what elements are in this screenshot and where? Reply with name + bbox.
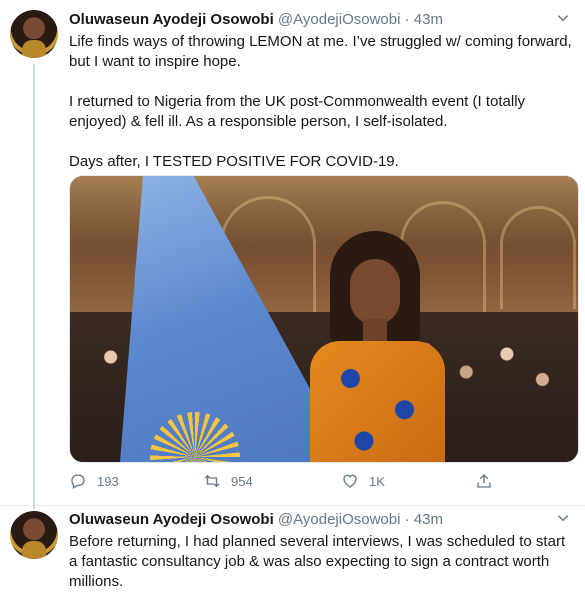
thread-connector: [33, 506, 35, 509]
separator: ·: [404, 11, 410, 28]
reply-button[interactable]: 193: [69, 470, 119, 492]
tweet-paragraph: Days after, I TESTED POSITIVE FOR COVID-…: [69, 153, 399, 170]
retweet-button[interactable]: 954: [203, 470, 253, 492]
chevron-down-icon[interactable]: [553, 10, 573, 30]
photo-person: [300, 231, 450, 462]
tweet-actions: 193 954 1K: [69, 470, 509, 492]
tweet-header: Oluwaseun Ayodeji Osowobi @AyodejiOsowob…: [69, 510, 443, 530]
retweet-icon: [204, 474, 220, 488]
tweet-photo[interactable]: [69, 175, 579, 463]
author-name[interactable]: Oluwaseun Ayodeji Osowobi: [69, 511, 274, 528]
tweet-paragraph: I returned to Nigeria from the UK post-C…: [69, 93, 526, 130]
avatar[interactable]: [10, 511, 58, 559]
share-button[interactable]: [475, 470, 493, 492]
photo-person-face: [350, 259, 400, 325]
author-name[interactable]: Oluwaseun Ayodeji Osowobi: [69, 11, 274, 28]
share-icon: [477, 474, 491, 488]
tweet-header: Oluwaseun Ayodeji Osowobi @AyodejiOsowob…: [69, 10, 443, 30]
timestamp[interactable]: 43m: [414, 511, 443, 528]
heart-icon: [343, 474, 357, 488]
author-handle[interactable]: @AyodejiOsowobi: [278, 11, 401, 28]
reply-count: 193: [97, 473, 119, 489]
tweet[interactable]: Oluwaseun Ayodeji Osowobi @AyodejiOsowob…: [0, 506, 585, 597]
like-button[interactable]: 1K: [341, 470, 385, 492]
timestamp[interactable]: 43m: [414, 11, 443, 28]
reply-icon: [71, 474, 85, 489]
separator: ·: [404, 511, 410, 528]
avatar[interactable]: [10, 10, 58, 58]
tweet-paragraph: Before returning, I had planned several …: [69, 533, 566, 590]
tweet-text: Before returning, I had planned several …: [69, 532, 575, 592]
chevron-down-icon[interactable]: [553, 510, 573, 530]
photo-arch: [500, 206, 576, 309]
author-handle[interactable]: @AyodejiOsowobi: [278, 511, 401, 528]
thread-connector: [33, 64, 35, 505]
tweet-text: Life finds ways of throwing LEMON at me.…: [69, 32, 575, 172]
tweet[interactable]: Oluwaseun Ayodeji Osowobi @AyodejiOsowob…: [0, 0, 585, 505]
tweet-paragraph: Life finds ways of throwing LEMON at me.…: [69, 33, 572, 70]
photo-person-dress: [310, 341, 445, 462]
retweet-count: 954: [231, 473, 253, 489]
like-count: 1K: [369, 473, 385, 489]
